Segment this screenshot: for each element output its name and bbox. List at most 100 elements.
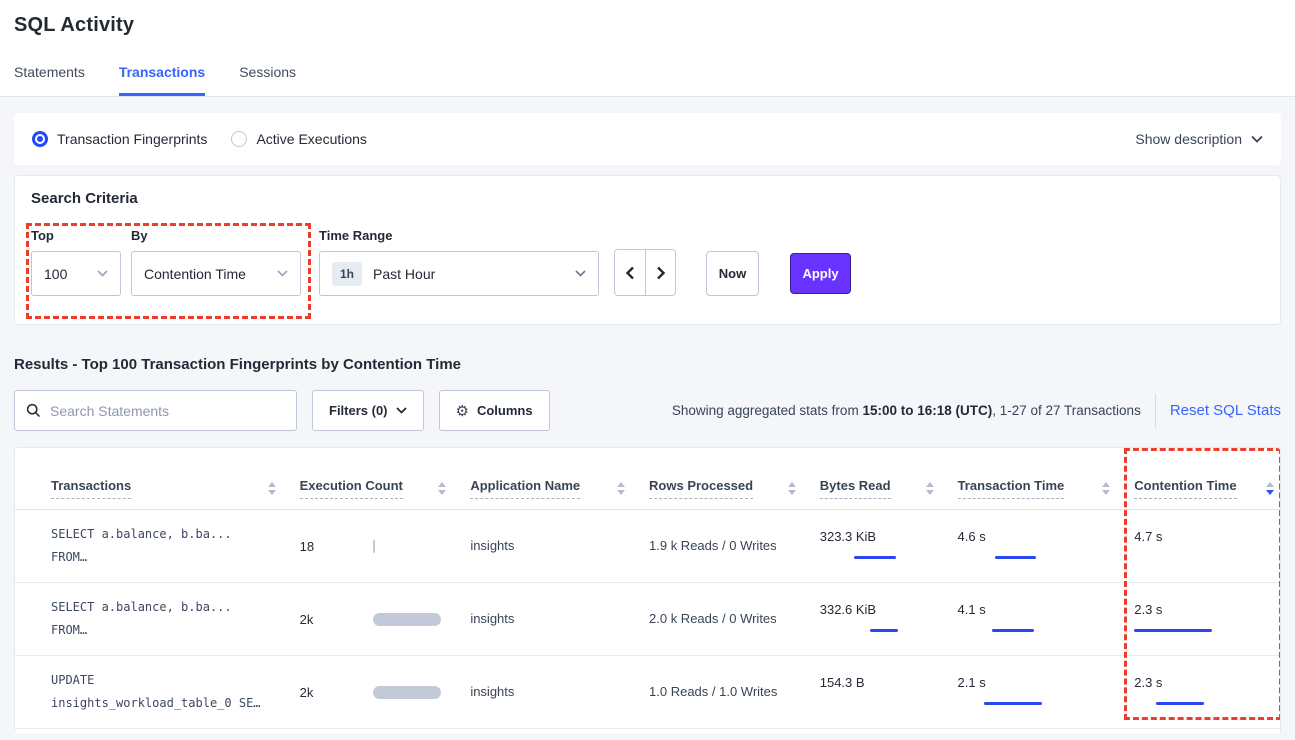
bytes-read-cell: 332.6 KiB bbox=[820, 602, 958, 637]
column-header-transactions[interactable]: Transactions bbox=[15, 478, 300, 509]
transaction-fingerprint-link[interactable]: UPDATE insights_workload_table_0 SE… bbox=[51, 669, 300, 715]
rows-processed-cell: 2.0 k Reads / 0 Writes bbox=[649, 610, 820, 628]
show-description-label: Show description bbox=[1135, 131, 1242, 147]
execution-count-bar bbox=[373, 613, 441, 626]
prev-time-button[interactable] bbox=[615, 250, 645, 295]
bytes-read-value: 154.3 B bbox=[820, 675, 958, 690]
stats-suffix: , 1-27 of 27 Transactions bbox=[992, 403, 1141, 418]
search-statements-input[interactable] bbox=[50, 403, 285, 419]
transaction-time-bar bbox=[958, 551, 1135, 564]
page-title: SQL Activity bbox=[0, 0, 1295, 37]
now-button[interactable]: Now bbox=[706, 251, 759, 296]
by-select-value: Contention Time bbox=[144, 266, 246, 282]
by-label: By bbox=[131, 228, 301, 243]
stats-range: 15:00 to 16:18 (UTC) bbox=[862, 403, 992, 418]
column-label[interactable]: Rows Processed bbox=[649, 478, 753, 499]
tab-statements[interactable]: Statements bbox=[14, 64, 85, 96]
transaction-fingerprint-link[interactable]: SELECT a.balance, b.ba... FROM… bbox=[51, 523, 300, 569]
execution-count-value: 18 bbox=[300, 539, 348, 554]
contention-time-value: 4.7 s bbox=[1134, 529, 1274, 544]
sort-icon[interactable] bbox=[617, 482, 625, 495]
transaction-time-value: 4.6 s bbox=[958, 529, 1135, 544]
top-field: Top 100 bbox=[31, 228, 121, 296]
bytes-read-value: 323.3 KiB bbox=[820, 529, 958, 544]
radio-selected-icon[interactable] bbox=[32, 131, 48, 147]
stats-area: Showing aggregated stats from 15:00 to 1… bbox=[672, 394, 1281, 428]
transaction-fingerprint-link[interactable]: SELECT a.balance, b.ba... FROM… bbox=[51, 596, 300, 642]
sort-icon[interactable] bbox=[1266, 482, 1274, 495]
contention-time-cell: 2.3 s bbox=[1134, 602, 1280, 637]
tab-bar: Statements Transactions Sessions bbox=[14, 64, 296, 96]
tab-transactions[interactable]: Transactions bbox=[119, 64, 205, 96]
execution-count-cell: 18 bbox=[300, 539, 471, 554]
radio-unselected-icon[interactable] bbox=[231, 131, 247, 147]
time-range-value: Past Hour bbox=[373, 266, 435, 282]
table-header-row: Transactions Execution Count Application… bbox=[15, 448, 1280, 510]
bytes-read-cell: 323.3 KiB bbox=[820, 529, 958, 564]
contention-time-cell: 4.7 s bbox=[1134, 529, 1280, 564]
column-header-bytes-read[interactable]: Bytes Read bbox=[820, 478, 958, 509]
tab-sessions[interactable]: Sessions bbox=[239, 64, 296, 96]
column-label[interactable]: Contention Time bbox=[1134, 478, 1236, 499]
column-header-rows-processed[interactable]: Rows Processed bbox=[649, 478, 820, 509]
chevron-down-icon bbox=[97, 270, 108, 277]
column-label[interactable]: Application Name bbox=[470, 478, 580, 499]
search-statements-box[interactable] bbox=[14, 390, 297, 431]
sort-icon[interactable] bbox=[438, 482, 446, 495]
filters-button-label: Filters (0) bbox=[329, 403, 388, 418]
filters-button[interactable]: Filters (0) bbox=[312, 390, 424, 431]
table-row: UPDATE insights_workload_table_0 SE… 2k … bbox=[15, 656, 1280, 729]
radio-transaction-fingerprints[interactable]: Transaction Fingerprints bbox=[32, 131, 207, 147]
column-header-contention-time[interactable]: Contention Time bbox=[1134, 478, 1280, 509]
application-name-value: insights bbox=[470, 611, 514, 626]
bytes-read-bar bbox=[820, 697, 958, 710]
radio-label: Active Executions bbox=[256, 131, 367, 147]
top-select[interactable]: 100 bbox=[31, 251, 121, 296]
contention-time-cell: 2.3 s bbox=[1134, 675, 1280, 710]
application-name-value: insights bbox=[470, 538, 514, 553]
transactions-table: Transactions Execution Count Application… bbox=[14, 447, 1281, 733]
gear-icon: ⚙ bbox=[456, 402, 469, 420]
contention-time-bar bbox=[1134, 551, 1274, 564]
transaction-time-cell: 4.6 s bbox=[958, 529, 1135, 564]
execution-count-value: 2k bbox=[300, 612, 348, 627]
column-label[interactable]: Execution Count bbox=[300, 478, 403, 499]
sort-icon[interactable] bbox=[1102, 482, 1110, 495]
search-criteria-form: Top 100 By Contention Time Time Range 1h… bbox=[31, 228, 1264, 296]
columns-button-label: Columns bbox=[477, 403, 533, 418]
by-field: By Contention Time bbox=[131, 228, 301, 296]
bytes-read-bar bbox=[820, 624, 958, 637]
time-range-field: Time Range 1h Past Hour bbox=[319, 228, 599, 296]
next-time-button[interactable] bbox=[645, 250, 675, 295]
reset-sql-stats-link[interactable]: Reset SQL Stats bbox=[1170, 402, 1281, 419]
bytes-read-bar bbox=[820, 551, 958, 564]
show-description-toggle[interactable]: Show description bbox=[1135, 131, 1263, 147]
column-label[interactable]: Transaction Time bbox=[958, 478, 1065, 499]
rows-processed-value: 2.0 k Reads / 0 Writes bbox=[649, 611, 777, 626]
sort-icon[interactable] bbox=[268, 482, 276, 495]
radio-active-executions[interactable]: Active Executions bbox=[231, 131, 367, 147]
by-select[interactable]: Contention Time bbox=[131, 251, 301, 296]
column-header-transaction-time[interactable]: Transaction Time bbox=[958, 478, 1135, 509]
column-label[interactable]: Transactions bbox=[51, 478, 131, 499]
rows-processed-value: 1.0 Reads / 1.0 Writes bbox=[649, 684, 777, 699]
execution-count-bar bbox=[373, 540, 375, 553]
apply-button[interactable]: Apply bbox=[790, 253, 851, 294]
top-label: Top bbox=[31, 228, 121, 243]
contention-time-bar bbox=[1134, 624, 1274, 637]
caret-left-icon bbox=[625, 266, 635, 280]
chevron-down-icon bbox=[1251, 135, 1263, 143]
sort-icon[interactable] bbox=[788, 482, 796, 495]
table-row: SELECT a.balance, b.ba... FROM… 18 insig… bbox=[15, 510, 1280, 583]
column-label[interactable]: Bytes Read bbox=[820, 478, 891, 499]
time-range-badge: 1h bbox=[332, 262, 362, 286]
transaction-time-cell: 4.1 s bbox=[958, 602, 1135, 637]
time-range-select[interactable]: 1h Past Hour bbox=[319, 251, 599, 296]
column-header-execution-count[interactable]: Execution Count bbox=[300, 478, 471, 509]
sort-icon[interactable] bbox=[926, 482, 934, 495]
execution-count-cell: 2k bbox=[300, 685, 471, 700]
columns-button[interactable]: ⚙ Columns bbox=[439, 390, 550, 431]
column-header-application-name[interactable]: Application Name bbox=[470, 478, 649, 509]
application-name-value: insights bbox=[470, 684, 514, 699]
chevron-down-icon bbox=[396, 407, 407, 414]
